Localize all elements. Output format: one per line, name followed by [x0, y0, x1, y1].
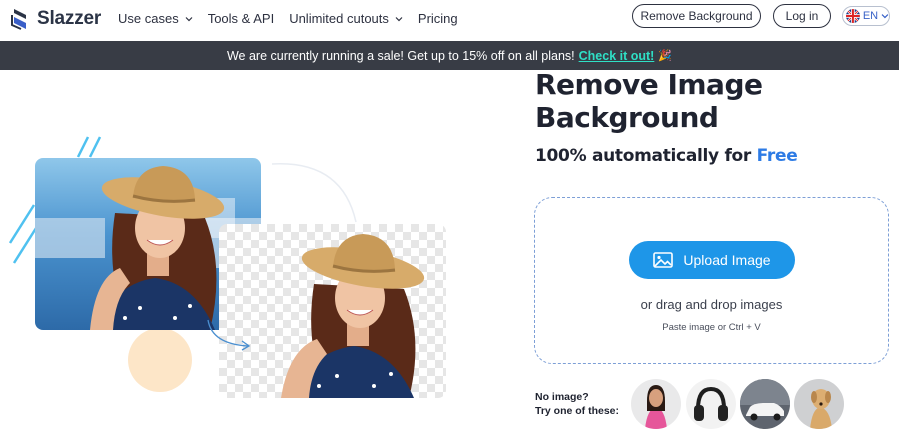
drag-drop-text: or drag and drop images: [640, 297, 783, 312]
sample-image-woman[interactable]: [631, 379, 681, 429]
login-button[interactable]: Log in: [773, 4, 831, 28]
page-title-line-2: Background: [535, 101, 719, 134]
sample-image-dog[interactable]: [794, 379, 844, 429]
brand-name: Slazzer: [37, 8, 102, 29]
cutout-photo: [219, 224, 446, 398]
nav-unlimited-cutouts[interactable]: Unlimited cutouts: [289, 11, 403, 26]
sample-image-car[interactable]: [740, 379, 790, 429]
sample-prompt-line-2: Try one of these:: [535, 405, 620, 417]
page-subtitle: 100% automatically for Free: [535, 146, 798, 166]
subtitle-prefix: 100% automatically for: [535, 146, 752, 166]
nav-pricing[interactable]: Pricing: [418, 11, 458, 26]
nav-tools-api[interactable]: Tools & API: [208, 11, 274, 26]
sale-banner-link[interactable]: Check it out!: [579, 49, 655, 63]
chevron-down-icon: [185, 16, 193, 21]
page-title: Remove Image Background: [535, 68, 865, 134]
nav-use-cases-label: Use cases: [118, 11, 179, 26]
top-navbar: Slazzer Use cases Tools & API Unlimited …: [0, 0, 899, 41]
language-code: EN: [862, 10, 879, 22]
arrow-icon: [207, 319, 251, 351]
sale-banner: We are currently running a sale! Get up …: [0, 41, 899, 70]
nav-unlimited-cutouts-label: Unlimited cutouts: [289, 11, 389, 26]
sale-banner-text: We are currently running a sale! Get up …: [226, 48, 575, 63]
page-title-line-1: Remove Image: [535, 68, 763, 101]
chevron-down-icon: [395, 16, 403, 21]
remove-background-button[interactable]: Remove Background: [632, 4, 761, 28]
upload-dropzone[interactable]: Upload Image or drag and drop images Pas…: [534, 197, 889, 364]
language-selector[interactable]: EN: [842, 6, 890, 26]
subtitle-free: Free: [756, 146, 798, 166]
sample-prompt: No image? Try one of these:: [535, 390, 619, 418]
chevron-down-icon: [881, 14, 889, 19]
slazzer-logo-icon: [11, 9, 26, 30]
brand-logo[interactable]: Slazzer: [9, 5, 101, 33]
image-icon: [653, 252, 674, 268]
nav-pricing-label: Pricing: [417, 11, 458, 26]
decorative-circle: [128, 328, 192, 392]
uk-flag-icon: [846, 9, 860, 23]
upload-image-button[interactable]: Upload Image: [629, 241, 795, 279]
upload-image-label: Upload Image: [683, 252, 771, 268]
sample-prompt-line-1: No image?: [535, 391, 589, 403]
party-popper-icon: 🎉: [658, 50, 673, 62]
paste-hint-text: Paste image or Ctrl + V: [662, 322, 761, 333]
nav-tools-api-label: Tools & API: [207, 11, 275, 26]
nav-menu: Use cases Tools & API Unlimited cutouts …: [118, 11, 473, 26]
nav-use-cases[interactable]: Use cases: [118, 11, 193, 26]
sample-image-headphones[interactable]: [686, 379, 736, 429]
